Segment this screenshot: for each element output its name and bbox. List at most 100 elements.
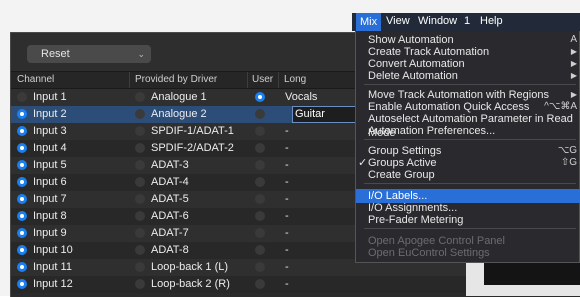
channel-radio[interactable] [17,228,27,238]
driver-cell: ADAT-5 [151,193,189,205]
channel-cell: Input 5 [33,159,67,171]
user-radio[interactable] [255,109,265,119]
long-name-cell[interactable]: - [285,176,289,188]
driver-cell: ADAT-8 [151,244,189,256]
long-name-cell[interactable]: - [285,278,289,290]
mix-menu-dropdown: Show Automation A Create Track Automation ▶… [355,31,580,263]
menu-separator [364,84,576,85]
reset-popup-button[interactable]: Reset ⌄ [27,45,151,63]
menu-item[interactable]: Pre-Fader Metering [368,213,579,227]
menu-item-label: Delete Automation [368,70,458,82]
menu-window[interactable]: Window [418,15,457,27]
channel-cell: Input 10 [33,244,73,256]
driver-radio[interactable] [135,109,145,119]
user-radio[interactable] [255,279,265,289]
menu-1[interactable]: 1 [464,15,470,27]
driver-cell: SPDIF-2/ADAT-2 [151,142,234,154]
driver-radio[interactable] [135,262,145,272]
channel-radio[interactable] [17,92,27,102]
long-name-cell[interactable]: - [285,210,289,222]
driver-cell: ADAT-7 [151,227,189,239]
long-name-cell[interactable]: Vocals [285,91,317,103]
driver-radio[interactable] [135,194,145,204]
channel-radio[interactable] [17,109,27,119]
user-radio[interactable] [255,211,265,221]
driver-cell: Analogue 1 [151,91,207,103]
driver-radio[interactable] [135,177,145,187]
menu-view[interactable]: View [386,15,410,27]
driver-radio[interactable] [135,143,145,153]
driver-radio[interactable] [135,92,145,102]
driver-radio[interactable] [135,228,145,238]
driver-radio[interactable] [135,126,145,136]
user-radio[interactable] [255,262,265,272]
long-name-edit-field[interactable]: Guitar [292,106,364,123]
user-radio[interactable] [255,177,265,187]
menu-item[interactable]: Automation Preferences... [368,124,579,138]
column-header-long[interactable]: Long [284,74,306,85]
user-radio[interactable] [255,126,265,136]
user-radio[interactable] [255,245,265,255]
menu-item[interactable]: Open EuControl Settings [368,246,579,260]
column-divider [247,72,248,88]
menu-item-label: Automation Preferences... [368,125,496,137]
channel-radio[interactable] [17,279,27,289]
driver-cell: Loop-back 1 (L) [151,261,229,273]
submenu-arrow-icon: ▶ [570,71,577,80]
column-header-channel[interactable]: Channel [17,74,54,85]
menu-mix[interactable]: Mix [356,13,382,31]
channel-radio[interactable] [17,160,27,170]
long-name-cell[interactable]: - [285,227,289,239]
driver-radio[interactable] [135,279,145,289]
channel-radio[interactable] [17,143,27,153]
driver-cell: Analogue 2 [151,108,207,120]
user-radio[interactable] [255,160,265,170]
driver-cell: Loop-back 2 (R) [151,278,230,290]
menu-separator [364,228,576,229]
menu-separator [364,183,576,184]
menu-item[interactable]: Create Group [368,168,579,182]
long-name-cell[interactable]: - [285,142,289,154]
channel-radio[interactable] [17,177,27,187]
menu-help[interactable]: Help [480,15,503,27]
background-window-panel [484,263,580,285]
column-divider [278,72,279,88]
long-name-cell[interactable]: - [285,261,289,273]
channel-cell: Input 1 [33,91,67,103]
channel-cell: Input 7 [33,193,67,205]
reset-label: Reset [41,48,70,60]
long-name-cell[interactable]: - [285,125,289,137]
channel-radio[interactable] [17,211,27,221]
chevron-down-icon: ⌄ [137,49,145,59]
long-name-cell[interactable]: - [285,193,289,205]
channel-cell: Input 12 [33,278,73,290]
driver-cell: SPDIF-1/ADAT-1 [151,125,234,137]
channel-radio[interactable] [17,245,27,255]
column-header-user[interactable]: User [252,74,273,85]
user-radio[interactable] [255,143,265,153]
menu-separator [364,139,576,140]
driver-cell: ADAT-3 [151,159,189,171]
menu-item-label: Create Group [368,169,435,181]
driver-radio[interactable] [135,245,145,255]
menu-item[interactable]: Delete Automation ▶ [368,69,579,83]
long-name-cell[interactable]: - [285,159,289,171]
user-radio[interactable] [255,228,265,238]
driver-radio[interactable] [135,160,145,170]
channel-cell: Input 6 [33,176,67,188]
channel-cell: Input 11 [33,261,72,273]
channel-cell: Input 9 [33,227,67,239]
channel-radio[interactable] [17,126,27,136]
channel-cell: Input 2 [33,108,67,120]
channel-radio[interactable] [17,194,27,204]
driver-cell: ADAT-6 [151,210,189,222]
driver-radio[interactable] [135,211,145,221]
driver-cell: ADAT-4 [151,176,189,188]
channel-cell: Input 4 [33,142,67,154]
user-radio[interactable] [255,194,265,204]
long-name-cell[interactable]: - [285,244,289,256]
menu-item-label: Open EuControl Settings [368,247,490,259]
column-header-driver[interactable]: Provided by Driver [135,74,217,85]
channel-radio[interactable] [17,262,27,272]
user-radio[interactable] [255,92,265,102]
